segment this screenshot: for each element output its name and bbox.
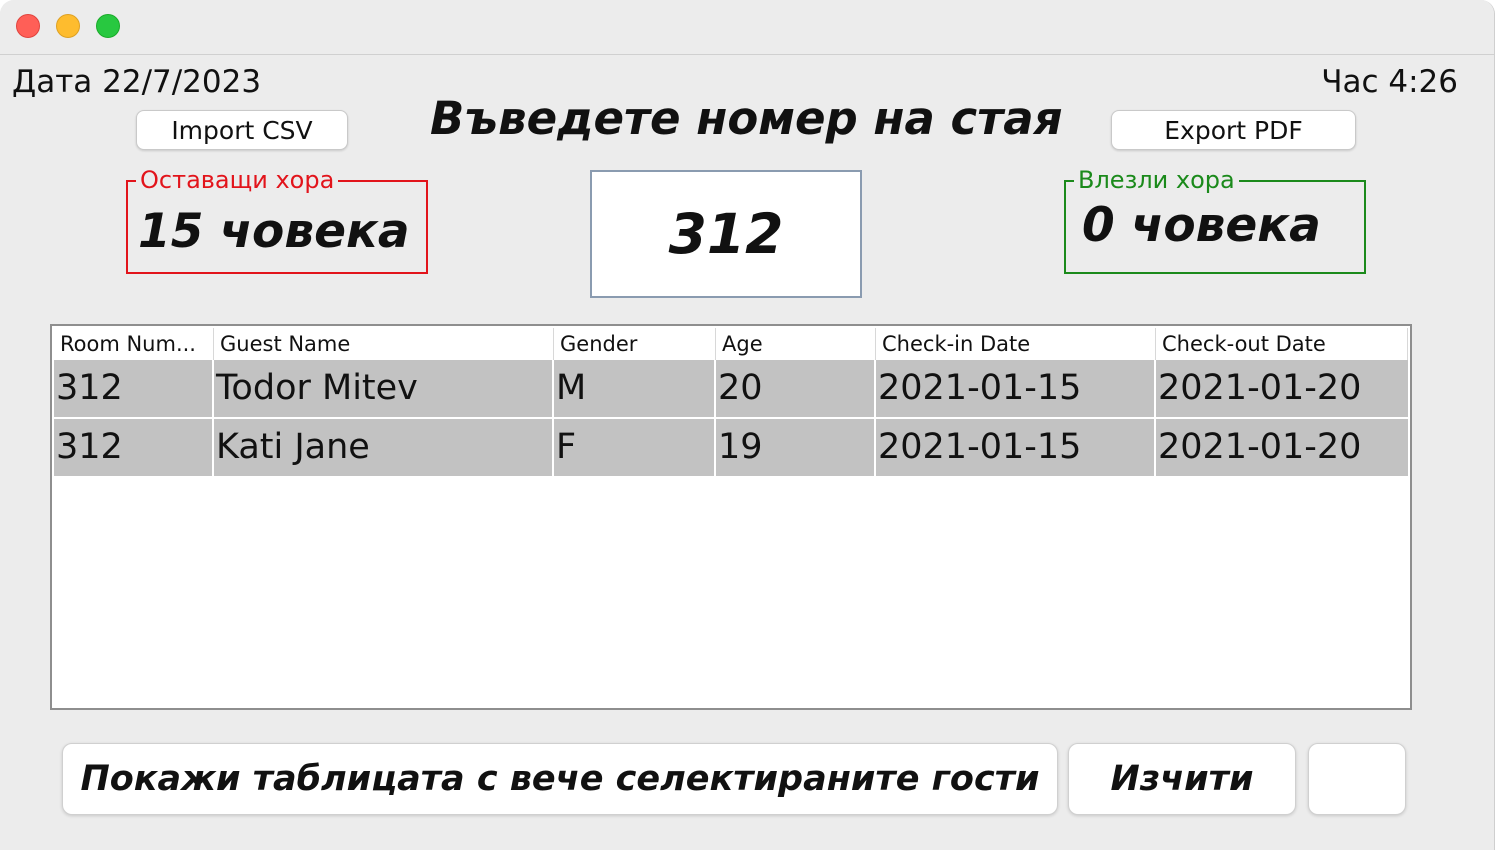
import-csv-button[interactable]: Import CSV — [136, 110, 348, 150]
column-header-check-in-date[interactable]: Check-in Date — [876, 328, 1156, 360]
column-header-guest-name[interactable]: Guest Name — [214, 328, 554, 360]
show-selected-guests-button[interactable]: Покажи таблицата с вече селектираните го… — [62, 743, 1058, 815]
table-header: Room Num... Guest Name Gender Age Check-… — [54, 328, 1408, 360]
close-window-button[interactable] — [16, 14, 40, 38]
remaining-people-panel: Оставащи хора 15 човека — [126, 166, 428, 274]
table-cell: 2021-01-20 — [1158, 368, 1362, 408]
zoom-window-button[interactable] — [96, 14, 120, 38]
table-row[interactable]: 312 Kati Jane F 19 2021-01-15 2021-01-20 — [54, 419, 1408, 476]
guests-table[interactable]: Room Num... Guest Name Gender Age Check-… — [50, 324, 1412, 710]
table-cell: 312 — [54, 419, 214, 476]
table-cell: M — [554, 360, 716, 417]
table-cell: F — [554, 419, 716, 476]
column-header-room-number[interactable]: Room Num... — [54, 328, 214, 360]
clear-button[interactable]: Изчити — [1068, 743, 1296, 815]
title-bar — [0, 0, 1494, 55]
blank-button[interactable] — [1308, 743, 1406, 815]
table-cell: 2021-01-15 — [876, 360, 1156, 417]
export-pdf-button[interactable]: Export PDF — [1111, 110, 1356, 150]
column-header-gender[interactable]: Gender — [554, 328, 716, 360]
table-row[interactable]: 312 Todor Mitev M 20 2021-01-15 2021-01-… — [54, 360, 1408, 417]
table-cell: 19 — [716, 419, 876, 476]
entered-people-label: Влезли хора — [1074, 166, 1239, 194]
time-label: Час 4:26 — [1321, 64, 1458, 100]
table-cell: 2021-01-20 — [1158, 427, 1362, 467]
column-header-check-out-date[interactable]: Check-out Date — [1156, 328, 1408, 360]
table-cell: Kati Jane — [214, 419, 554, 476]
date-label: Дата 22/7/2023 — [12, 64, 262, 100]
remaining-people-label: Оставащи хора — [136, 166, 339, 194]
remaining-people-count: 15 човека — [138, 204, 410, 259]
app-window: Дата 22/7/2023 Час 4:26 Import CSV Въвед… — [0, 0, 1495, 850]
room-number-input[interactable]: 312 — [590, 170, 862, 298]
minimize-window-button[interactable] — [56, 14, 80, 38]
entered-people-panel: Влезли хора 0 човека — [1064, 166, 1366, 274]
page-title: Въведете номер на стая — [430, 92, 1063, 145]
table-cell: 312 — [54, 360, 214, 417]
entered-people-count: 0 човека — [1082, 198, 1321, 253]
table-cell: Todor Mitev — [214, 360, 554, 417]
table-cell: 2021-01-15 — [876, 419, 1156, 476]
column-header-age[interactable]: Age — [716, 328, 876, 360]
table-cell: 20 — [716, 360, 876, 417]
